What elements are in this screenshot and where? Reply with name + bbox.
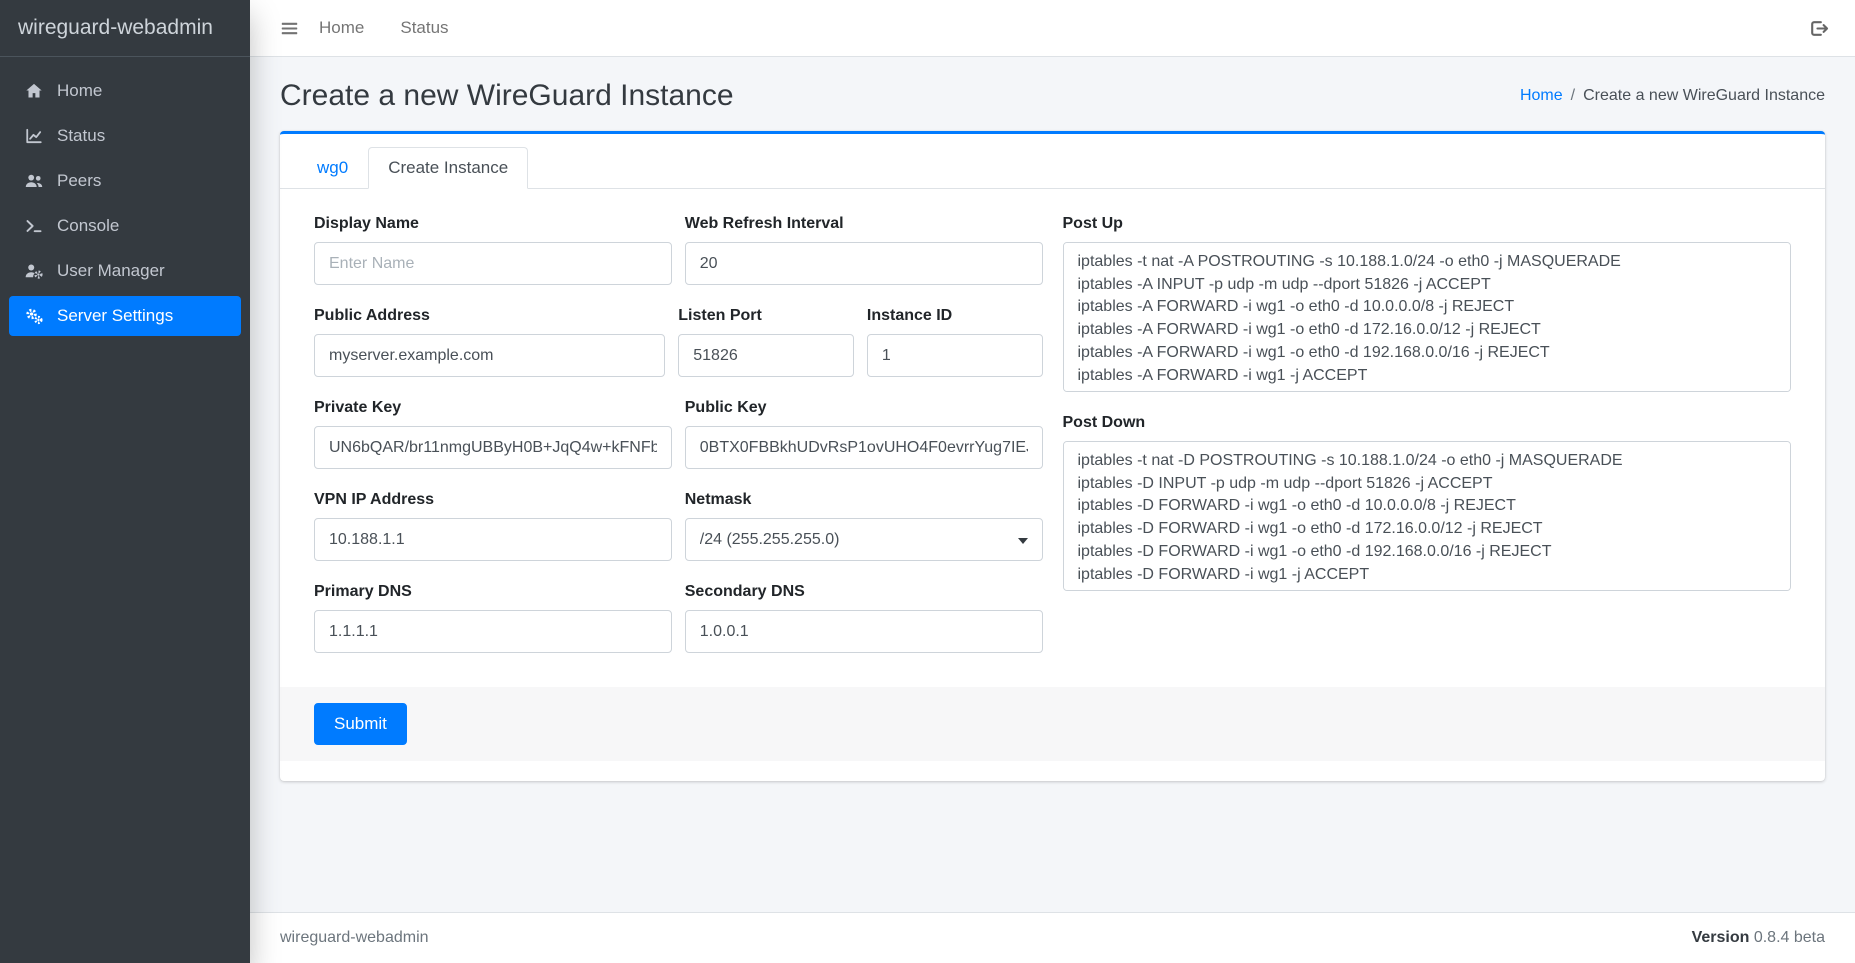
form-right-column: Post Up iptables -t nat -A POSTROUTING -… [1063,215,1792,675]
display-name-label: Display Name [314,215,672,233]
form-row: Primary DNS Secondary DNS [314,583,1043,675]
form-left-column: Display Name Web Refresh Interval [314,215,1043,675]
sidebar-item-label: Server Settings [57,306,173,326]
netmask-label: Netmask [685,491,1043,509]
sidebar-item-label: Home [57,81,102,101]
private-key-label: Private Key [314,399,672,417]
sidebar-item-console[interactable]: Console [9,206,241,246]
sidebar-item-label: Console [57,216,119,236]
form-row: Display Name Web Refresh Interval [314,215,1043,307]
sidebar-item-label: Status [57,126,105,146]
tab-create-instance[interactable]: Create Instance [368,147,528,189]
topnav: Home Status [250,0,1855,57]
logout-icon[interactable] [1806,12,1831,45]
listen-port-input[interactable] [678,334,854,377]
breadcrumb: Home / Create a new WireGuard Instance [1520,87,1825,105]
public-key-label: Public Key [685,399,1043,417]
footer-version-value: 0.8.4 beta [1754,929,1825,946]
form-row: Public Address Listen Port Instance ID [314,307,1043,399]
sidebar-item-peers[interactable]: Peers [9,161,241,201]
post-up-textarea[interactable]: iptables -t nat -A POSTROUTING -s 10.188… [1063,242,1792,392]
post-down-label: Post Down [1063,414,1792,432]
console-icon [20,217,48,235]
submit-button[interactable]: Submit [314,703,407,745]
breadcrumb-current: Create a new WireGuard Instance [1583,87,1825,105]
field-web-refresh-interval: Web Refresh Interval [685,215,1043,285]
field-secondary-dns: Secondary DNS [685,583,1043,653]
field-public-key: Public Key [685,399,1043,469]
create-instance-form: Display Name Web Refresh Interval [314,215,1791,675]
home-icon [20,82,48,100]
public-address-label: Public Address [314,307,665,325]
breadcrumb-home-link[interactable]: Home [1520,87,1563,105]
field-display-name: Display Name [314,215,672,285]
topnav-link-home[interactable]: Home [319,10,364,46]
content-header: Create a new WireGuard Instance Home / C… [250,57,1855,131]
footer-version: Version 0.8.4 beta [1692,929,1825,947]
card-body: Display Name Web Refresh Interval [280,189,1825,781]
netmask-select[interactable]: /24 (255.255.255.0) [685,518,1043,561]
netmask-select-wrap: /24 (255.255.255.0) [685,518,1043,561]
menu-toggle-icon[interactable] [274,13,305,44]
footer-version-label: Version [1692,929,1750,946]
tab-wg0[interactable]: wg0 [297,147,368,189]
create-instance-card: wg0 Create Instance Display Name [280,131,1825,781]
field-listen-port: Listen Port [678,307,854,377]
web-refresh-interval-input[interactable] [685,242,1043,285]
topnav-link-status[interactable]: Status [400,10,448,46]
user-manager-icon [20,262,48,280]
secondary-dns-label: Secondary DNS [685,583,1043,601]
field-private-key: Private Key [314,399,672,469]
listen-port-label: Listen Port [678,307,854,325]
post-up-label: Post Up [1063,215,1792,233]
sidebar-item-status[interactable]: Status [9,116,241,156]
public-key-input[interactable] [685,426,1043,469]
sidebar: wireguard-webadmin Home Status Peers [0,0,250,963]
primary-dns-input[interactable] [314,610,672,653]
sidebar-item-user-manager[interactable]: User Manager [9,251,241,291]
vpn-ip-address-label: VPN IP Address [314,491,672,509]
footer-app-name: wireguard-webadmin [280,929,429,947]
page-title: Create a new WireGuard Instance [280,79,734,113]
form-row: VPN IP Address Netmask /24 (255.255.255.… [314,491,1043,583]
status-icon [20,127,48,145]
sidebar-item-label: User Manager [57,261,165,281]
web-refresh-interval-label: Web Refresh Interval [685,215,1043,233]
field-post-down: Post Down iptables -t nat -D POSTROUTING… [1063,414,1792,591]
form-row: Private Key Public Key [314,399,1043,491]
field-post-up: Post Up iptables -t nat -A POSTROUTING -… [1063,215,1792,392]
display-name-input[interactable] [314,242,672,285]
main-column: Home Status Create a new WireGuard Insta… [250,0,1855,963]
vpn-ip-address-input[interactable] [314,518,672,561]
breadcrumb-separator: / [1571,87,1575,105]
secondary-dns-input[interactable] [685,610,1043,653]
field-vpn-ip-address: VPN IP Address [314,491,672,561]
sidebar-item-server-settings[interactable]: Server Settings [9,296,241,336]
sidebar-nav: Home Status Peers Console [0,57,250,350]
post-down-textarea[interactable]: iptables -t nat -D POSTROUTING -s 10.188… [1063,441,1792,591]
field-public-address: Public Address [314,307,665,377]
instance-id-label: Instance ID [867,307,1043,325]
peers-icon [20,172,48,190]
server-settings-icon [20,307,48,325]
private-key-input[interactable] [314,426,672,469]
sidebar-item-home[interactable]: Home [9,71,241,111]
field-instance-id: Instance ID [867,307,1043,377]
field-primary-dns: Primary DNS [314,583,672,653]
sidebar-item-label: Peers [57,171,101,191]
submit-strip: Submit [280,687,1825,761]
content: Create a new WireGuard Instance Home / C… [250,57,1855,912]
public-address-input[interactable] [314,334,665,377]
footer: wireguard-webadmin Version 0.8.4 beta [250,912,1855,963]
brand: wireguard-webadmin [0,0,250,57]
primary-dns-label: Primary DNS [314,583,672,601]
app: wireguard-webadmin Home Status Peers [0,0,1855,963]
instance-tabs: wg0 Create Instance [280,134,1825,189]
instance-id-input[interactable] [867,334,1043,377]
field-netmask: Netmask /24 (255.255.255.0) [685,491,1043,561]
